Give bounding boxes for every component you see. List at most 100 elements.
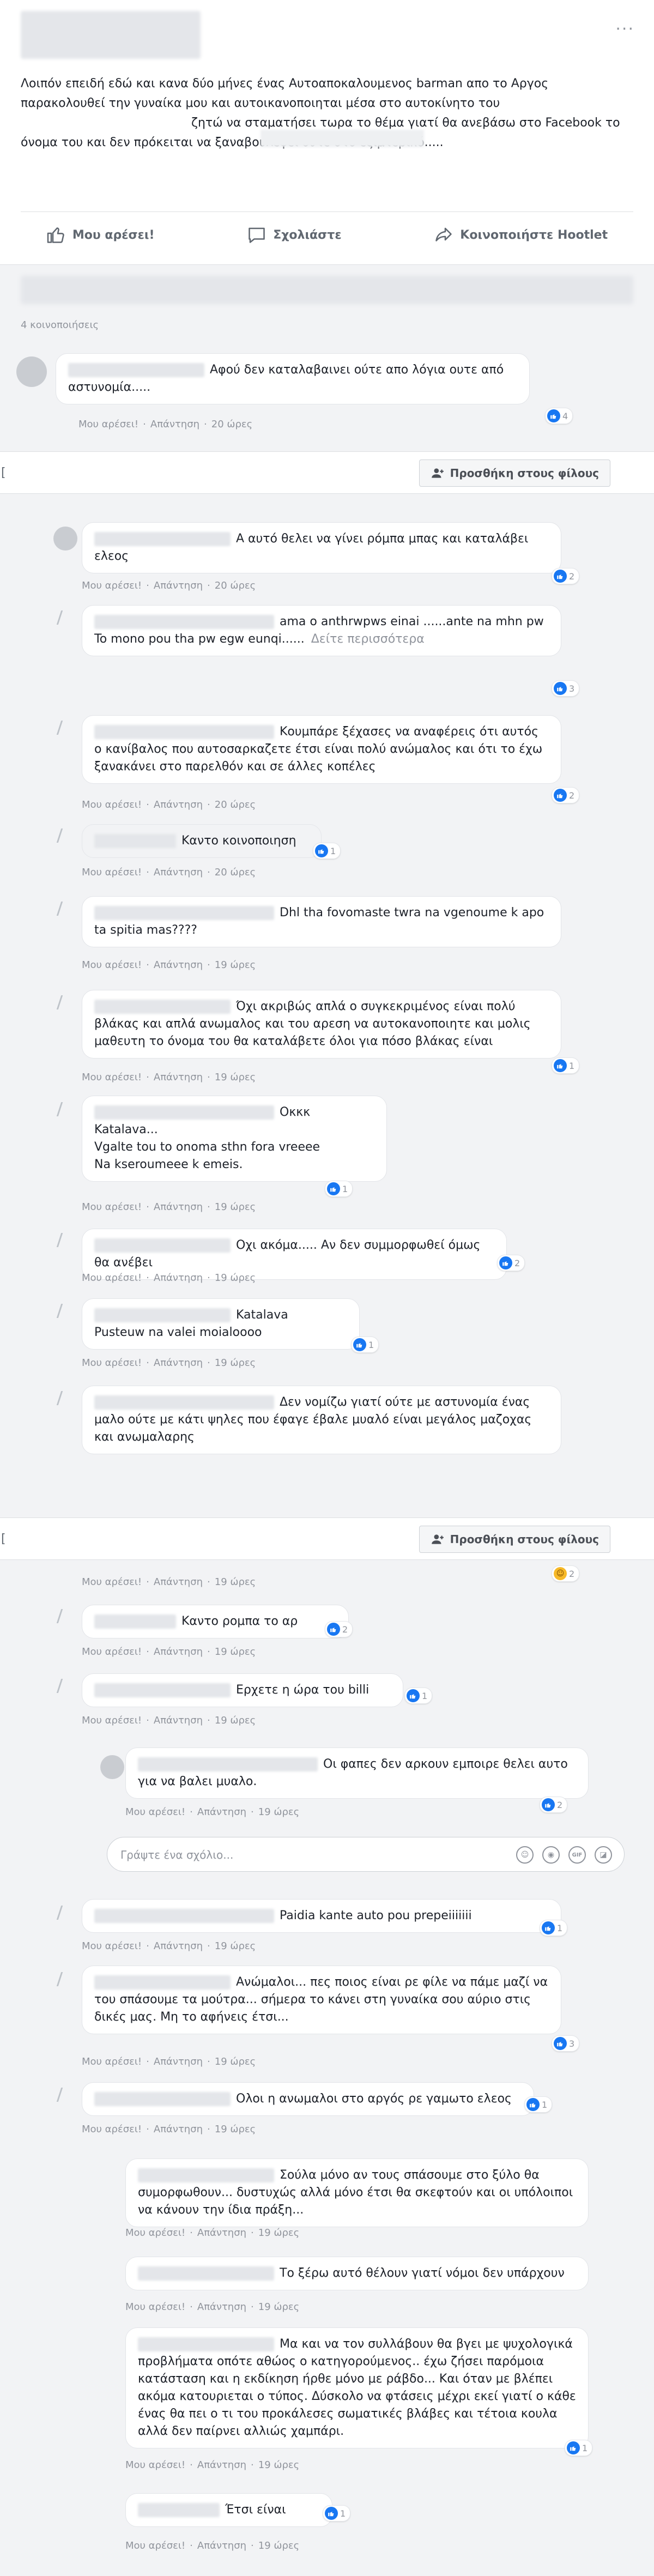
comment-time[interactable]: 19 ώρες (215, 1357, 256, 1369)
reaction-count[interactable]: ☺ 2 (552, 1565, 580, 1582)
comment-reply-link[interactable]: Απάντηση (154, 959, 203, 971)
comment-time[interactable]: 19 ώρες (215, 1072, 256, 1083)
reaction-count[interactable]: 1 (540, 1920, 568, 1936)
comment-like-link[interactable]: Μου αρέσει! (125, 2301, 185, 2313)
comment-like-link[interactable]: Μου αρέσει! (78, 419, 138, 430)
comment-reply-link[interactable]: Απάντηση (154, 1715, 203, 1726)
commenter-name-redacted[interactable] (94, 2092, 231, 2106)
comment-reply-link[interactable]: Απάντηση (154, 1646, 203, 1658)
comment-time[interactable]: 19 ώρες (258, 2227, 299, 2239)
comment-time[interactable]: 19 ώρες (215, 959, 256, 971)
commenter-name-redacted[interactable] (94, 1000, 231, 1014)
comment-time[interactable]: 19 ώρες (258, 2301, 299, 2313)
commenter-name-redacted[interactable] (94, 834, 176, 848)
comment-time[interactable]: 19 ώρες (215, 1715, 256, 1726)
comment-time[interactable]: 19 ώρες (215, 1201, 256, 1213)
camera-icon[interactable]: ◉ (542, 1846, 560, 1864)
commenter-name-redacted[interactable] (138, 2266, 274, 2281)
comment-time[interactable]: 19 ώρες (258, 1806, 299, 1818)
comment-time[interactable]: 19 ώρες (215, 1272, 256, 1284)
reaction-count[interactable]: 2 (552, 787, 580, 803)
comment-reply-link[interactable]: Απάντηση (154, 1357, 203, 1369)
comment-like-link[interactable]: Μου αρέσει! (82, 799, 142, 811)
reaction-count[interactable]: 2 (552, 568, 580, 584)
reaction-count[interactable]: 1 (404, 1688, 433, 1704)
comment-like-link[interactable]: Μου αρέσει! (82, 1072, 142, 1083)
comment-like-link[interactable]: Μου αρέσει! (82, 1272, 142, 1284)
comment-like-link[interactable]: Μου αρέσει! (82, 1357, 142, 1369)
comment-reply-link[interactable]: Απάντηση (154, 1272, 203, 1284)
comment-reply-link[interactable]: Απάντηση (154, 580, 203, 591)
comment-reply-link[interactable]: Απάντηση (154, 1576, 203, 1588)
commenter-name-redacted[interactable] (94, 615, 274, 629)
commenter-name-redacted[interactable] (94, 1614, 176, 1629)
reaction-count[interactable]: 3 (552, 680, 580, 697)
comment-like-link[interactable]: Μου αρέσει! (82, 1646, 142, 1658)
comment-like-link[interactable]: Μου αρέσει! (82, 1715, 142, 1726)
comment-like-link[interactable]: Μου αρέσει! (82, 867, 142, 878)
comment-time[interactable]: 20 ώρες (211, 419, 252, 430)
like-button[interactable]: Μου αρέσει! (46, 225, 154, 245)
commenter-name-redacted[interactable] (94, 1238, 231, 1253)
add-friend-button[interactable]: Προσθήκη στους φίλους (419, 459, 610, 487)
comment-reply-link[interactable]: Απάντηση (154, 2124, 203, 2135)
comment-time[interactable]: 20 ώρες (215, 580, 256, 591)
commenter-name-redacted[interactable] (94, 1975, 231, 1990)
comment-like-link[interactable]: Μου αρέσει! (82, 2124, 142, 2135)
commenter-name-redacted[interactable] (94, 1395, 274, 1410)
reaction-count[interactable]: 3 (552, 2035, 580, 2052)
reaction-count[interactable]: 1 (565, 2440, 593, 2456)
comment-like-link[interactable]: Μου αρέσει! (125, 2459, 185, 2471)
comment-time[interactable]: 19 ώρες (215, 2124, 256, 2135)
reaction-count[interactable]: 1 (323, 2505, 351, 2521)
comment-reply-link[interactable]: Απάντηση (154, 1201, 203, 1213)
comment-like-link[interactable]: Μου αρέσει! (82, 959, 142, 971)
comment-reply-link[interactable]: Απάντηση (154, 799, 203, 811)
comment-like-link[interactable]: Μου αρέσει! (82, 580, 142, 591)
add-friend-button[interactable]: Προσθήκη στους φίλους (419, 1526, 610, 1553)
reaction-count[interactable]: 1 (325, 1181, 353, 1197)
comment-time[interactable]: 19 ώρες (258, 2459, 299, 2471)
comment-button[interactable]: Σχολιάστε (247, 225, 342, 245)
emoji-icon[interactable]: ☺ (516, 1846, 534, 1864)
reaction-count[interactable]: 2 (497, 1255, 525, 1271)
comment-like-link[interactable]: Μου αρέσει! (82, 1201, 142, 1213)
avatar[interactable] (100, 1755, 124, 1779)
comment-reply-link[interactable]: Απάντηση (197, 2227, 246, 2239)
avatar[interactable] (16, 356, 47, 387)
commenter-name-redacted[interactable] (94, 725, 274, 739)
reaction-count[interactable]: 1 (524, 2096, 553, 2113)
comment-reply-link[interactable]: Απάντηση (197, 2459, 246, 2471)
commenter-name-redacted[interactable] (94, 532, 231, 546)
reply-input[interactable] (120, 1845, 469, 1865)
commenter-name-redacted[interactable] (94, 906, 274, 920)
comment-time[interactable]: 19 ώρες (215, 2056, 256, 2067)
comment-reply-link[interactable]: Απάντηση (197, 2301, 246, 2313)
comment-time[interactable]: 20 ώρες (215, 867, 256, 878)
comment-time[interactable]: 19 ώρες (258, 2540, 299, 2551)
commenter-name-redacted[interactable] (68, 363, 204, 377)
comment-like-link[interactable]: Μου αρέσει! (82, 1576, 142, 1588)
reaction-count[interactable]: 2 (540, 1797, 568, 1813)
comment-like-link[interactable]: Μου αρέσει! (82, 1940, 142, 1952)
reaction-count[interactable]: 4 (545, 408, 573, 424)
comment-reply-link[interactable]: Απάντηση (197, 1806, 246, 1818)
reaction-count[interactable]: 1 (552, 1057, 580, 1074)
commenter-name-redacted[interactable] (94, 1683, 231, 1697)
post-options-icon[interactable]: ··· (615, 20, 634, 39)
commenter-name-redacted[interactable] (94, 1308, 231, 1322)
comment-reply-link[interactable]: Απάντηση (154, 2056, 203, 2067)
see-more-link[interactable]: Δείτε περισσότερα (311, 632, 425, 646)
commenter-name-redacted[interactable] (138, 2337, 274, 2351)
comment-time[interactable]: 19 ώρες (215, 1940, 256, 1952)
comment-time[interactable]: 19 ώρες (215, 1646, 256, 1658)
comment-time[interactable]: 20 ώρες (215, 799, 256, 811)
reaction-count[interactable]: 2 (325, 1621, 353, 1637)
comment-reply-link[interactable]: Απάντηση (154, 867, 203, 878)
reaction-count[interactable]: 1 (313, 843, 341, 859)
commenter-name-redacted[interactable] (94, 1105, 274, 1120)
avatar[interactable] (53, 527, 77, 551)
gif-icon[interactable]: GIF (568, 1846, 586, 1864)
comment-like-link[interactable]: Μου αρέσει! (125, 1806, 185, 1818)
commenter-name-redacted[interactable] (94, 1909, 274, 1923)
